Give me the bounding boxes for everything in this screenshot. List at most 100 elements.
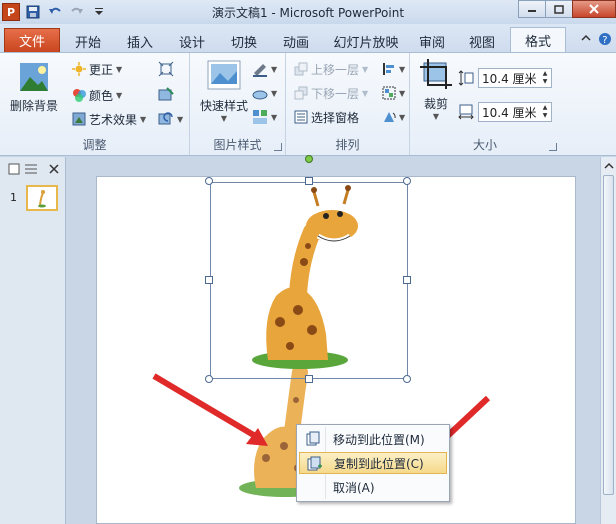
rotate-icon — [384, 112, 396, 122]
vertical-scrollbar[interactable] — [600, 157, 616, 524]
slides-tab-icon[interactable] — [8, 163, 20, 178]
selection-pane-icon — [294, 110, 308, 124]
resize-handle-top-right[interactable] — [403, 177, 411, 185]
rotate-button[interactable]: ▼ — [382, 107, 405, 127]
tab-review[interactable]: 审阅 — [412, 30, 452, 52]
remove-background-label: 删除背景 — [9, 99, 58, 113]
resize-handle-bottom-left[interactable] — [205, 375, 213, 383]
quick-styles-button[interactable]: 快速样式 ▼ — [194, 59, 254, 123]
color-button[interactable]: 颜色 ▼ — [72, 85, 122, 105]
group-objects-button[interactable]: ▼ — [382, 83, 405, 103]
slide-thumbnail[interactable] — [26, 185, 58, 211]
help-icon[interactable]: ? — [598, 32, 612, 49]
tab-file[interactable]: 文件 — [4, 28, 60, 52]
ribbon-tab-bar: 文件 开始 插入 设计 切换 动画 幻灯片放映 审阅 视图 格式 ? — [0, 24, 616, 52]
change-picture-button[interactable] — [158, 85, 174, 105]
corrections-button[interactable]: 更正 ▼ — [72, 59, 122, 79]
tab-format[interactable]: 格式 — [510, 27, 566, 52]
height-icon — [458, 70, 474, 86]
slide-thumbnail-number: 1 — [10, 191, 17, 204]
compress-pictures-button[interactable] — [158, 59, 174, 79]
crop-button[interactable]: 裁剪 ▼ — [414, 59, 458, 121]
artistic-effects-button[interactable]: 艺术效果 ▼ — [72, 109, 146, 129]
picture-selection-frame[interactable] — [210, 182, 408, 379]
move-here-icon — [305, 431, 321, 450]
width-icon — [458, 104, 474, 120]
tab-design[interactable]: 设计 — [170, 30, 214, 52]
shape-height-control: 10.4 厘米 ▲ ▼ — [458, 67, 552, 89]
width-spinner[interactable]: ▲ ▼ — [539, 103, 551, 121]
color-label: 颜色 — [89, 88, 114, 103]
resize-handle-left[interactable] — [205, 276, 213, 284]
ribbon: 删除背景 更正 ▼ 颜色 ▼ 艺术效果 ▼ ▼ 调整 快速样式 ▼ ▼ ▼ ▼ … — [0, 52, 616, 156]
resize-handle-top[interactable] — [305, 177, 313, 185]
group-size: 裁剪 ▼ 10.4 厘米 ▲ ▼ 10.4 厘米 ▲ ▼ 大小 — [410, 53, 560, 155]
menu-item-move-here[interactable]: 移动到此位置(M) — [299, 428, 447, 450]
resize-handle-bottom[interactable] — [305, 375, 313, 383]
compress-icon — [158, 61, 174, 77]
picture-layout-icon — [253, 110, 267, 124]
bring-forward-icon — [294, 62, 308, 76]
tab-home[interactable]: 开始 — [66, 30, 110, 52]
tab-slideshow[interactable]: 幻灯片放映 — [326, 30, 406, 52]
group-objects-icon — [382, 86, 396, 100]
sun-icon — [72, 62, 86, 76]
tab-transitions[interactable]: 切换 — [222, 30, 266, 52]
panel-close-icon[interactable] — [48, 163, 60, 178]
picture-effects-icon — [252, 90, 268, 100]
artistic-effects-label: 艺术效果 — [89, 112, 138, 127]
picture-layout-button[interactable]: ▼ — [252, 107, 277, 127]
quick-styles-icon — [207, 60, 241, 90]
outline-tab-icon[interactable] — [24, 163, 38, 178]
group-arrange: 上移一层 ▼ 下移一层 ▼ 选择窗格 ▼ ▼ ▼ 排列 — [286, 53, 410, 155]
height-spinner[interactable]: ▲ ▼ — [539, 69, 551, 87]
close-icon[interactable] — [572, 0, 616, 18]
resize-handle-top-left[interactable] — [205, 177, 213, 185]
drag-context-menu: 移动到此位置(M) 复制到此位置(C) 取消(A) — [296, 424, 450, 502]
ribbon-collapse-icon[interactable] — [580, 32, 592, 49]
crop-icon — [420, 59, 452, 89]
tab-insert[interactable]: 插入 — [118, 30, 162, 52]
pen-border-icon — [253, 64, 267, 77]
bring-forward-button[interactable]: 上移一层 ▼ — [294, 59, 368, 79]
picture-styles-launcher[interactable] — [274, 143, 282, 151]
remove-background-button[interactable]: 删除背景 — [6, 61, 62, 114]
scroll-up-icon[interactable] — [602, 159, 616, 173]
group-picture-styles: 快速样式 ▼ ▼ ▼ ▼ 图片样式 — [190, 53, 286, 155]
minimize-icon[interactable] — [518, 0, 546, 18]
selection-pane-button[interactable]: 选择窗格 — [294, 107, 359, 127]
reset-picture-button[interactable]: ▼ — [158, 109, 183, 129]
group-size-label: 大小 — [472, 138, 497, 152]
tab-animations[interactable]: 动画 — [274, 30, 318, 52]
send-backward-button[interactable]: 下移一层 ▼ — [294, 83, 368, 103]
menu-item-cancel[interactable]: 取消(A) — [299, 476, 447, 498]
group-arrange-label: 排列 — [335, 138, 360, 152]
artistic-effects-icon — [72, 112, 86, 126]
copy-here-label: 复制到此位置(C) — [334, 456, 424, 471]
selection-pane-label: 选择窗格 — [311, 110, 360, 125]
corrections-label: 更正 — [89, 62, 114, 77]
height-input[interactable]: 10.4 厘米 ▲ ▼ — [478, 68, 552, 88]
picture-border-button[interactable]: ▼ — [252, 59, 277, 79]
rotation-handle[interactable] — [305, 155, 313, 163]
tab-view[interactable]: 视图 — [462, 30, 502, 52]
copy-here-icon — [306, 456, 322, 475]
color-palette-icon — [73, 89, 86, 102]
resize-handle-right[interactable] — [403, 276, 411, 284]
size-launcher[interactable] — [549, 143, 557, 151]
slides-panel: 1 — [0, 157, 66, 524]
scrollbar-thumb[interactable] — [603, 175, 614, 495]
maximize-icon[interactable] — [545, 0, 573, 18]
reset-picture-icon — [158, 112, 173, 125]
remove-background-icon — [20, 63, 48, 91]
menu-item-copy-here[interactable]: 复制到此位置(C) — [299, 452, 447, 474]
picture-effects-button[interactable]: ▼ — [252, 83, 277, 103]
window-controls — [518, 0, 616, 20]
group-adjust: 删除背景 更正 ▼ 颜色 ▼ 艺术效果 ▼ ▼ 调整 — [0, 53, 190, 155]
align-button[interactable]: ▼ — [382, 59, 405, 79]
send-backward-icon — [294, 86, 308, 100]
ribbon-extra-controls: ? — [580, 32, 612, 49]
width-input[interactable]: 10.4 厘米 ▲ ▼ — [478, 102, 552, 122]
shape-width-control: 10.4 厘米 ▲ ▼ — [458, 101, 552, 123]
resize-handle-bottom-right[interactable] — [403, 375, 411, 383]
